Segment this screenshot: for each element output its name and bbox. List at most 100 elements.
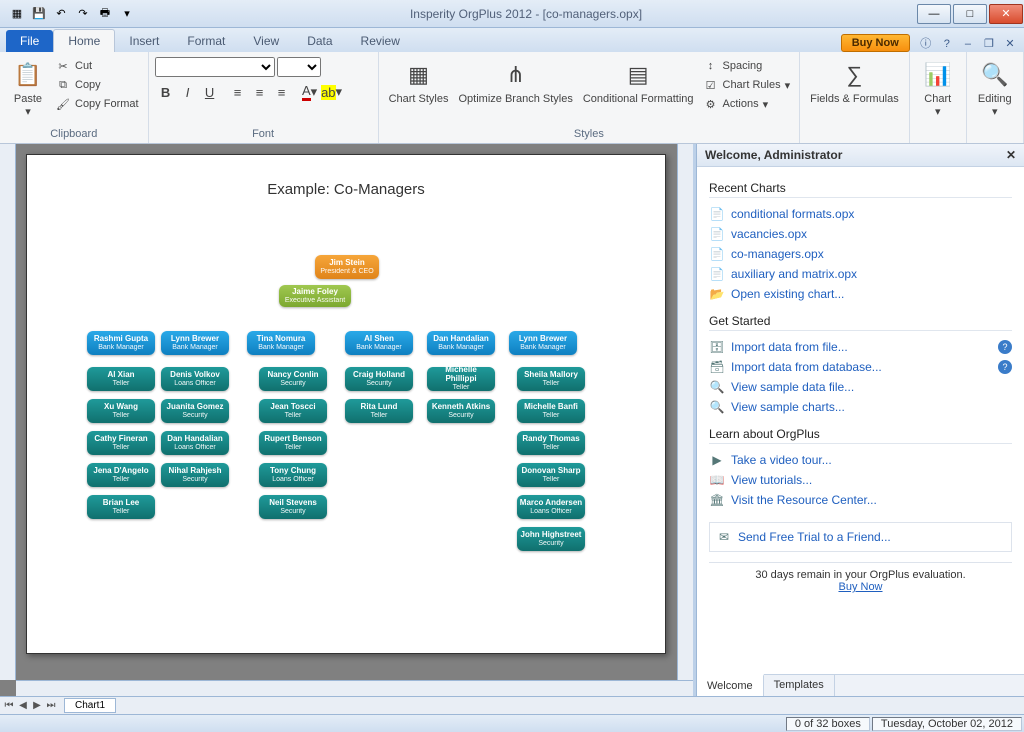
org-node[interactable]: Lynn BrewerBank Manager — [509, 331, 577, 355]
tab-home[interactable]: Home — [53, 29, 115, 52]
copy-button[interactable]: ⧉Copy — [52, 76, 142, 94]
optimize-branch-button[interactable]: ⋔Optimize Branch Styles — [455, 57, 577, 107]
font-color-button[interactable]: A▾ — [299, 81, 321, 103]
recent-chart-link[interactable]: 📄conditional formats.opx — [709, 204, 1012, 224]
send-trial-link[interactable]: ✉Send Free Trial to a Friend... — [709, 522, 1012, 552]
org-node[interactable]: Rupert BensonTeller — [259, 431, 327, 455]
font-size-select[interactable] — [277, 57, 321, 77]
org-node[interactable]: Jaime FoleyExecutive Assistant — [279, 285, 351, 307]
chart-rules-button[interactable]: ☑Chart Rules▾ — [700, 76, 794, 94]
org-node[interactable]: Neil StevensSecurity — [259, 495, 327, 519]
copy-format-button[interactable]: 🖌Copy Format — [52, 95, 142, 113]
get-started-link[interactable]: 🗄Import data from file...? — [709, 337, 1012, 357]
sheet-prev-icon[interactable]: ◀ — [16, 700, 30, 711]
paste-button[interactable]: 📋Paste▾ — [6, 57, 50, 120]
maximize-button[interactable]: □ — [953, 4, 987, 24]
help-badge-icon[interactable]: ? — [998, 340, 1012, 354]
recent-chart-link[interactable]: 📄vacancies.opx — [709, 224, 1012, 244]
highlight-button[interactable]: ab▾ — [321, 81, 343, 103]
get-started-link[interactable]: 🔍View sample data file... — [709, 377, 1012, 397]
page[interactable]: Example: Co-Managers Jim SteinPresident … — [26, 154, 666, 654]
org-node[interactable]: Jena D'AngeloTeller — [87, 463, 155, 487]
fields-formulas-button[interactable]: ∑Fields & Formulas — [806, 57, 903, 107]
app-icon[interactable]: ▦ — [8, 5, 26, 23]
save-icon[interactable]: 💾 — [30, 5, 48, 23]
org-node[interactable]: Donovan SharpTeller — [517, 463, 585, 487]
canvas-scroll[interactable]: Example: Co-Managers Jim SteinPresident … — [16, 144, 677, 680]
tab-view[interactable]: View — [239, 30, 293, 52]
org-node[interactable]: Nihal RahjeshSecurity — [161, 463, 229, 487]
org-node[interactable]: Dan HandalianBank Manager — [427, 331, 495, 355]
org-node[interactable]: Michelle PhillippiTeller — [427, 367, 495, 391]
buy-now-button[interactable]: Buy Now — [841, 34, 910, 52]
org-node[interactable]: Michelle BanfiTeller — [517, 399, 585, 423]
spacing-button[interactable]: ↕Spacing — [700, 57, 794, 75]
org-node[interactable]: Denis VolkovLoans Officer — [161, 367, 229, 391]
org-node[interactable]: Nancy ConlinSecurity — [259, 367, 327, 391]
align-right-button[interactable]: ≡ — [271, 81, 293, 103]
chart-styles-button[interactable]: ▦Chart Styles — [385, 57, 453, 107]
italic-button[interactable]: I — [177, 81, 199, 103]
minimize-ribbon-icon[interactable]: – — [960, 36, 976, 52]
open-existing-link[interactable]: 📂Open existing chart... — [709, 284, 1012, 304]
align-center-button[interactable]: ≡ — [249, 81, 271, 103]
help-badge-icon[interactable]: ? — [998, 360, 1012, 374]
sheet-last-icon[interactable]: ⏭ — [44, 700, 58, 711]
org-node[interactable]: Rashmi GuptaBank Manager — [87, 331, 155, 355]
org-node[interactable]: Marco AndersenLoans Officer — [517, 495, 585, 519]
org-node[interactable]: Lynn BrewerBank Manager — [161, 331, 229, 355]
org-node[interactable]: Tony ChungLoans Officer — [259, 463, 327, 487]
recent-chart-link[interactable]: 📄auxiliary and matrix.opx — [709, 264, 1012, 284]
tab-insert[interactable]: Insert — [115, 30, 173, 52]
tab-review[interactable]: Review — [347, 30, 414, 52]
file-tab[interactable]: File — [6, 30, 53, 52]
close-button[interactable]: ✕ — [989, 4, 1023, 24]
horizontal-scrollbar[interactable] — [16, 680, 693, 696]
chart-button[interactable]: 📊Chart▾ — [916, 57, 960, 120]
tab-data[interactable]: Data — [293, 30, 346, 52]
align-left-button[interactable]: ≡ — [227, 81, 249, 103]
cut-button[interactable]: ✂Cut — [52, 57, 142, 75]
redo-icon[interactable]: ↷ — [74, 5, 92, 23]
learn-link[interactable]: ▶Take a video tour... — [709, 450, 1012, 470]
org-node[interactable]: Cathy FineranTeller — [87, 431, 155, 455]
org-node[interactable]: Jim SteinPresident & CEO — [315, 255, 379, 279]
minimize-button[interactable]: — — [917, 4, 951, 24]
sheet-first-icon[interactable]: ⏮ — [2, 700, 16, 711]
undo-icon[interactable]: ↶ — [52, 5, 70, 23]
restore-window-icon[interactable]: ❐ — [981, 35, 997, 51]
org-node[interactable]: John HighstreetSecurity — [517, 527, 585, 551]
panel-tab-templates[interactable]: Templates — [764, 675, 835, 696]
org-node[interactable]: Al XianTeller — [87, 367, 155, 391]
qat-more-icon[interactable]: ▾ — [118, 5, 136, 23]
eval-buy-link[interactable]: Buy Now — [838, 581, 882, 593]
info-icon[interactable]: ⓘ — [918, 35, 934, 51]
org-node[interactable]: Xu WangTeller — [87, 399, 155, 423]
panel-tab-welcome[interactable]: Welcome — [697, 674, 764, 696]
learn-link[interactable]: 🏛Visit the Resource Center... — [709, 490, 1012, 510]
learn-link[interactable]: 📖View tutorials... — [709, 470, 1012, 490]
org-node[interactable]: Brian LeeTeller — [87, 495, 155, 519]
org-node[interactable]: Sheila MalloryTeller — [517, 367, 585, 391]
recent-chart-link[interactable]: 📄co-managers.opx — [709, 244, 1012, 264]
close-doc-icon[interactable]: ✕ — [1002, 35, 1018, 51]
actions-button[interactable]: ⚙Actions▾ — [700, 95, 794, 113]
conditional-format-button[interactable]: ▤Conditional Formatting — [579, 57, 698, 107]
org-node[interactable]: Rita LundTeller — [345, 399, 413, 423]
org-node[interactable]: Tina NomuraBank Manager — [247, 331, 315, 355]
panel-close-icon[interactable]: ✕ — [1006, 148, 1016, 162]
org-node[interactable]: Al ShenBank Manager — [345, 331, 413, 355]
org-node[interactable]: Craig HollandSecurity — [345, 367, 413, 391]
help-icon[interactable]: ? — [939, 36, 955, 52]
get-started-link[interactable]: 🗃Import data from database...? — [709, 357, 1012, 377]
org-node[interactable]: Dan HandalianLoans Officer — [161, 431, 229, 455]
org-node[interactable]: Juanita GomezSecurity — [161, 399, 229, 423]
bold-button[interactable]: B — [155, 81, 177, 103]
org-node[interactable]: Kenneth AtkinsSecurity — [427, 399, 495, 423]
sheet-next-icon[interactable]: ▶ — [30, 700, 44, 711]
sheet-tab[interactable]: Chart1 — [64, 698, 116, 713]
tab-format[interactable]: Format — [173, 30, 239, 52]
get-started-link[interactable]: 🔍View sample charts... — [709, 397, 1012, 417]
editing-button[interactable]: 🔍Editing▾ — [973, 57, 1017, 120]
org-node[interactable]: Jean ToscciTeller — [259, 399, 327, 423]
